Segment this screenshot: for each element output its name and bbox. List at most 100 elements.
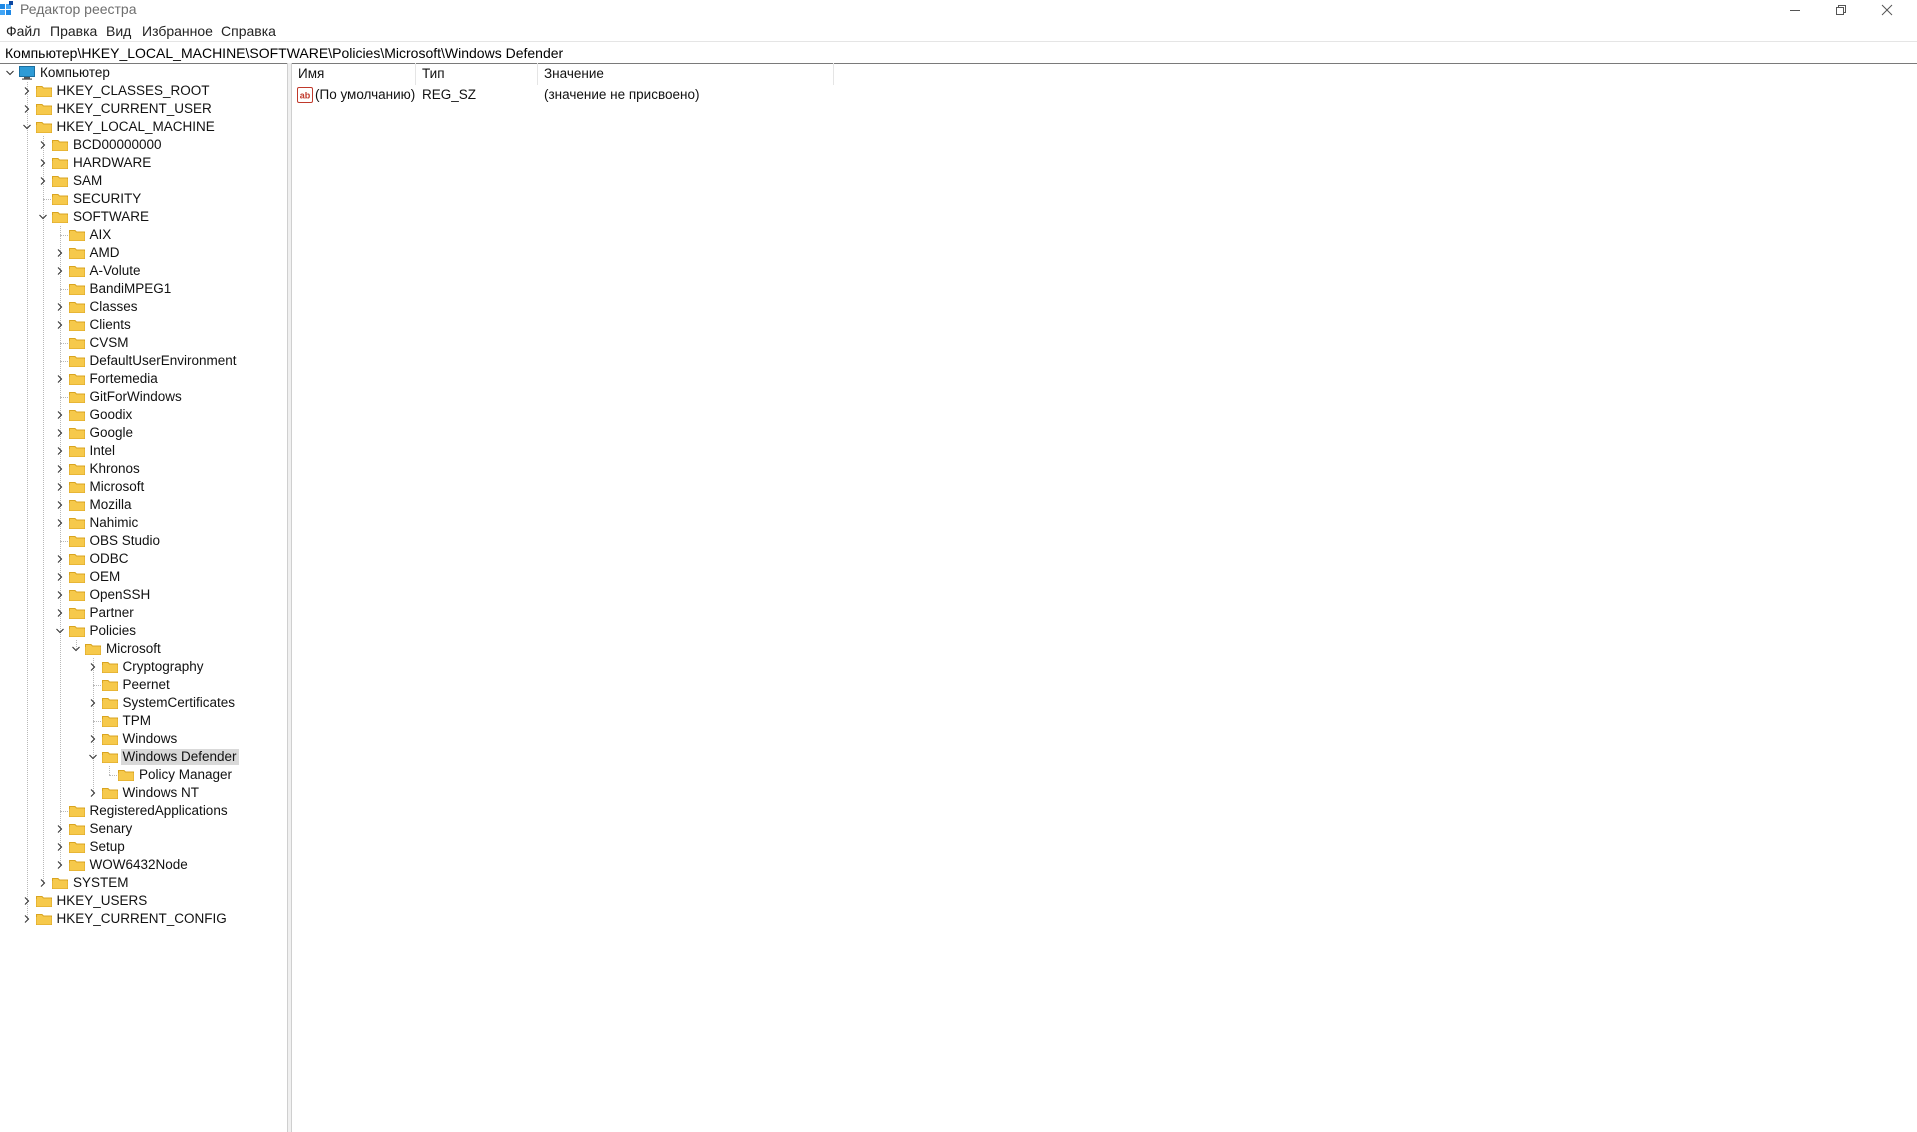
tree-item-label[interactable]: Windows (121, 731, 180, 747)
tree-item-label[interactable]: Senary (88, 821, 135, 837)
restore-button[interactable] (1818, 0, 1864, 20)
tree-expander[interactable] (21, 910, 33, 928)
tree-item[interactable]: A-Volute (54, 262, 143, 280)
tree-item-label[interactable]: OpenSSH (88, 587, 153, 603)
tree-item[interactable]: GitForWindows (54, 388, 184, 406)
tree-item[interactable]: HKEY_CLASSES_ROOT (21, 82, 212, 100)
tree-expander[interactable] (37, 208, 49, 226)
tree-expander[interactable] (54, 316, 66, 334)
tree-item[interactable]: Partner (54, 604, 136, 622)
tree-item-label[interactable]: Peernet (121, 677, 172, 693)
close-button[interactable] (1864, 0, 1910, 20)
tree-item[interactable]: ODBC (54, 550, 131, 568)
tree-item[interactable]: Microsoft (70, 640, 163, 658)
tree-item-label[interactable]: SAM (71, 173, 104, 189)
tree-expander[interactable] (21, 892, 33, 910)
tree-item-label[interactable]: Microsoft (88, 479, 147, 495)
tree-item[interactable]: BandiMPEG1 (54, 280, 174, 298)
tree-expander[interactable] (21, 100, 33, 118)
tree-item-label[interactable]: Partner (88, 605, 136, 621)
tree-item[interactable]: Компьютер (4, 64, 112, 82)
tree-item-label[interactable]: WOW6432Node (88, 857, 190, 873)
tree-item-label[interactable]: Clients (88, 317, 133, 333)
column-header-name[interactable]: Имя (292, 63, 416, 85)
tree-expander[interactable] (54, 442, 66, 460)
tree-item-label[interactable]: SystemCertificates (121, 695, 238, 711)
address-bar[interactable]: Компьютер\HKEY_LOCAL_MACHINE\SOFTWARE\Po… (0, 41, 1917, 64)
tree-item-label[interactable]: AMD (88, 245, 122, 261)
tree-item[interactable]: Khronos (54, 460, 142, 478)
tree-item[interactable]: HKEY_USERS (21, 892, 150, 910)
tree-item-label[interactable]: Nahimic (88, 515, 141, 531)
tree-item-label[interactable]: HKEY_USERS (55, 893, 150, 909)
menu-favorites[interactable]: Избранное (142, 23, 213, 39)
tree-item-label[interactable]: Fortemedia (88, 371, 160, 387)
tree-item-label[interactable]: Microsoft (104, 641, 163, 657)
tree-item[interactable]: Policy Manager (103, 766, 234, 784)
tree-item-label[interactable]: DefaultUserEnvironment (88, 353, 239, 369)
tree-item[interactable]: OEM (54, 568, 123, 586)
tree-item-label[interactable]: Goodix (88, 407, 135, 423)
tree-expander[interactable] (37, 874, 49, 892)
tree-item[interactable]: Windows (87, 730, 180, 748)
tree-item[interactable]: SAM (37, 172, 104, 190)
tree-item[interactable]: AIX (54, 226, 114, 244)
tree-item[interactable]: SYSTEM (37, 874, 131, 892)
tree-item-label[interactable]: OEM (88, 569, 123, 585)
tree-expander[interactable] (54, 496, 66, 514)
tree-item-label[interactable]: GitForWindows (88, 389, 184, 405)
column-header-type[interactable]: Тип (416, 63, 538, 85)
tree-expander[interactable] (54, 424, 66, 442)
tree-expander[interactable] (37, 172, 49, 190)
tree-item-label[interactable]: Policy Manager (137, 767, 234, 783)
tree-item[interactable]: HKEY_CURRENT_CONFIG (21, 910, 229, 928)
value-row[interactable]: ab (По умолчанию) REG_SZ (значение не пр… (292, 86, 834, 104)
tree-item-label[interactable]: Windows NT (121, 785, 202, 801)
menu-view[interactable]: Вид (106, 23, 131, 39)
tree-expander[interactable] (54, 838, 66, 856)
tree-item[interactable]: Microsoft (54, 478, 147, 496)
menu-help[interactable]: Справка (221, 23, 276, 39)
tree-expander[interactable] (54, 262, 66, 280)
tree-item[interactable]: RegisteredApplications (54, 802, 230, 820)
tree-item[interactable]: Fortemedia (54, 370, 160, 388)
tree-item-label[interactable]: CVSM (88, 335, 131, 351)
tree-expander[interactable] (54, 298, 66, 316)
tree-item-label[interactable]: Khronos (88, 461, 142, 477)
tree-item[interactable]: Setup (54, 838, 127, 856)
tree-item[interactable]: Classes (54, 298, 140, 316)
tree-expander[interactable] (87, 658, 99, 676)
tree-item-label[interactable]: Windows Defender (120, 749, 239, 765)
tree-expander[interactable] (54, 406, 66, 424)
tree-item[interactable]: Goodix (54, 406, 135, 424)
tree-expander[interactable] (87, 748, 99, 766)
tree-item-label[interactable]: TPM (121, 713, 154, 729)
tree-item-label[interactable]: SYSTEM (71, 875, 131, 891)
tree-expander[interactable] (87, 784, 99, 802)
tree-expander[interactable] (54, 550, 66, 568)
tree-item[interactable]: DefaultUserEnvironment (54, 352, 239, 370)
tree-item[interactable]: Nahimic (54, 514, 141, 532)
menu-edit[interactable]: Правка (50, 23, 97, 39)
tree-expander[interactable] (54, 568, 66, 586)
tree-expander[interactable] (54, 460, 66, 478)
tree-item[interactable]: CVSM (54, 334, 131, 352)
tree-expander[interactable] (4, 64, 16, 82)
tree-expander[interactable] (54, 622, 66, 640)
values-list[interactable]: Имя Тип Значение ab (По умолчанию) REG_S… (292, 63, 1917, 1132)
tree-item[interactable]: Google (54, 424, 136, 442)
tree-item-label[interactable]: HARDWARE (71, 155, 153, 171)
tree-item[interactable]: WOW6432Node (54, 856, 190, 874)
tree-item-label[interactable]: ODBC (88, 551, 131, 567)
column-header-value[interactable]: Значение (538, 63, 834, 85)
tree-expander[interactable] (54, 514, 66, 532)
tree-item-label[interactable]: Intel (88, 443, 118, 459)
tree-item-label[interactable]: Cryptography (121, 659, 206, 675)
address-path[interactable]: Компьютер\HKEY_LOCAL_MACHINE\SOFTWARE\Po… (5, 45, 563, 61)
tree-expander[interactable] (54, 370, 66, 388)
tree-expander[interactable] (87, 730, 99, 748)
tree-item[interactable]: Mozilla (54, 496, 134, 514)
tree-expander[interactable] (54, 604, 66, 622)
tree-expander[interactable] (37, 154, 49, 172)
tree-item-label[interactable]: AIX (88, 227, 114, 243)
